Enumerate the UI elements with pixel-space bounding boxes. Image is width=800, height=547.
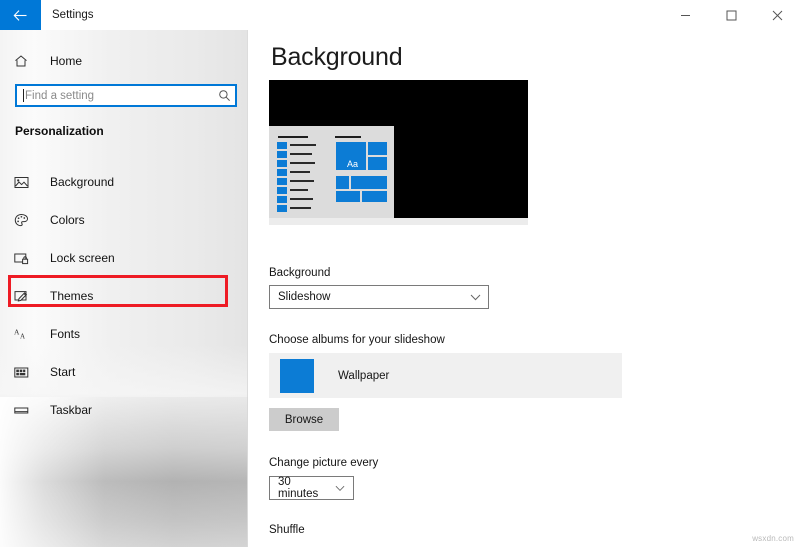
- minimize-icon: [680, 14, 690, 16]
- preview-tile: [350, 175, 388, 190]
- sidebar-item-fonts[interactable]: A A Fonts: [0, 315, 248, 353]
- preview-applist-tile: [277, 196, 287, 203]
- background-preview: Aa: [269, 80, 528, 225]
- preview-tile-grid: Aa: [333, 136, 390, 216]
- browse-button[interactable]: Browse: [269, 408, 339, 431]
- start-grid-icon: [14, 365, 36, 380]
- sidebar-item-start[interactable]: Start: [0, 353, 248, 391]
- search-input[interactable]: [24, 86, 213, 105]
- lock-screen-icon: [14, 251, 36, 266]
- change-picture-interval-dropdown[interactable]: 30 minutes: [269, 476, 354, 500]
- close-icon: [772, 10, 782, 20]
- background-type-dropdown[interactable]: Slideshow: [269, 285, 489, 309]
- maximize-button[interactable]: [708, 0, 754, 30]
- preview-applist-line: [290, 171, 310, 173]
- watermark: wsxdn.com: [752, 534, 794, 543]
- close-button[interactable]: [754, 0, 800, 30]
- sidebar-item-themes[interactable]: Themes: [0, 277, 248, 315]
- minimize-button[interactable]: [662, 0, 708, 30]
- svg-text:A: A: [20, 332, 25, 340]
- preview-applist-line: [290, 144, 316, 146]
- sidebar-item-start-label: Start: [50, 365, 76, 379]
- sidebar-item-background-label: Background: [50, 175, 115, 189]
- taskbar-icon: [14, 403, 36, 418]
- search-icon[interactable]: [213, 89, 235, 102]
- preview-taskbar: [269, 218, 528, 225]
- preview-applist-line: [290, 153, 312, 155]
- preview-app-list: [277, 136, 323, 214]
- back-button[interactable]: [0, 0, 41, 30]
- sidebar-nav-list: Background Colors Lock screen Themes A A…: [0, 163, 248, 429]
- change-picture-field-label: Change picture every: [269, 457, 379, 469]
- page-title: Background: [271, 43, 403, 71]
- fonts-aa-icon: A A: [14, 327, 36, 342]
- chevron-down-icon: [327, 485, 353, 492]
- preview-applist-tile: [277, 187, 287, 194]
- sidebar: Home Personalization: [0, 0, 248, 547]
- preview-tile: [361, 190, 388, 203]
- preview-applist-line: [290, 180, 314, 182]
- preview-tile: [335, 190, 361, 203]
- background-type-value: Slideshow: [278, 291, 331, 303]
- back-arrow-icon: [13, 9, 27, 21]
- sidebar-item-fonts-label: Fonts: [50, 327, 81, 341]
- sidebar-item-home-label: Home: [50, 54, 83, 68]
- preview-applist-tile: [277, 160, 287, 167]
- sidebar-item-themes-label: Themes: [50, 289, 94, 303]
- albums-field-label: Choose albums for your slideshow: [269, 334, 445, 346]
- sidebar-item-colors[interactable]: Colors: [0, 201, 248, 239]
- preview-applist-header: [278, 136, 308, 138]
- preview-tile: [367, 156, 388, 171]
- album-thumbnail: [280, 358, 314, 393]
- preview-applist-tile: [277, 151, 287, 158]
- main-content: Background Aa Background Slideshow Choos…: [248, 30, 800, 547]
- preview-applist-tile: [277, 205, 287, 212]
- sidebar-item-lock-screen-label: Lock screen: [50, 251, 115, 265]
- sidebar-section-title: Personalization: [15, 124, 104, 138]
- search-box[interactable]: [15, 84, 237, 107]
- sidebar-item-taskbar-label: Taskbar: [50, 403, 93, 417]
- preview-tile-text: Aa: [347, 159, 359, 169]
- sidebar-item-colors-label: Colors: [50, 213, 85, 227]
- chevron-down-icon: [462, 294, 488, 301]
- palette-icon: [14, 213, 36, 228]
- preview-start-menu: Aa: [269, 126, 394, 218]
- maximize-icon: [726, 10, 736, 20]
- window-title: Settings: [52, 9, 94, 21]
- sidebar-item-lock-screen[interactable]: Lock screen: [0, 239, 248, 277]
- sidebar-item-background[interactable]: Background: [0, 163, 248, 201]
- preview-applist-line: [290, 162, 315, 164]
- preview-applist-tile: [277, 169, 287, 176]
- preview-applist-tile: [277, 178, 287, 185]
- themes-brush-icon: [14, 289, 36, 304]
- picture-icon: [14, 175, 36, 190]
- home-icon: [14, 54, 36, 68]
- sidebar-item-home[interactable]: Home: [0, 46, 248, 76]
- preview-applist-tile: [277, 142, 287, 149]
- preview-applist-line: [290, 198, 313, 200]
- sidebar-item-taskbar[interactable]: Taskbar: [0, 391, 248, 429]
- window-controls: [662, 0, 800, 30]
- preview-applist-line: [290, 207, 311, 209]
- shuffle-field-label: Shuffle: [269, 524, 305, 536]
- title-bar: Settings: [0, 0, 800, 30]
- album-name-label: Wallpaper: [338, 369, 390, 382]
- album-list-item[interactable]: Wallpaper: [269, 353, 622, 398]
- preview-tiles-header: [335, 136, 361, 138]
- change-picture-interval-value: 30 minutes: [278, 476, 319, 500]
- preview-tile: [335, 175, 350, 190]
- preview-tile: [367, 141, 388, 156]
- settings-window: Home Personalization: [0, 0, 800, 547]
- background-field-label: Background: [269, 267, 331, 279]
- preview-applist-line: [290, 189, 308, 191]
